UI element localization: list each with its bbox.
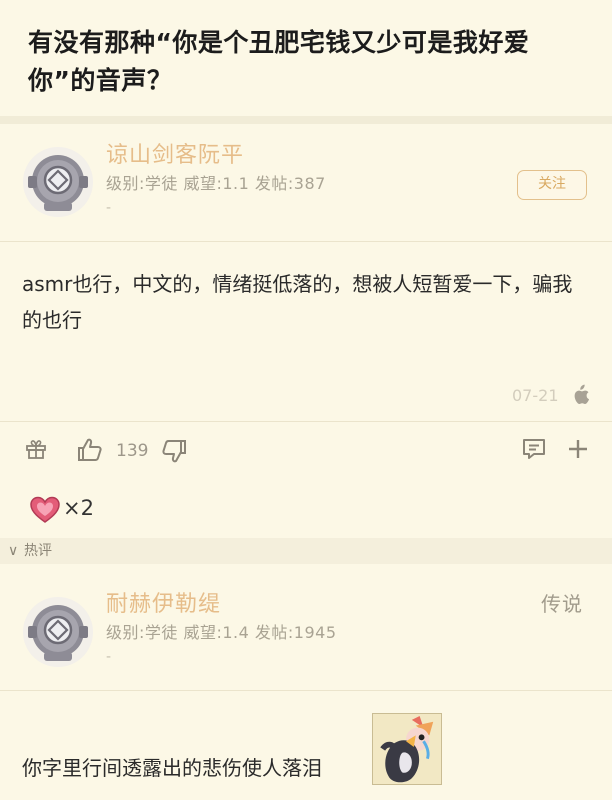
post-title: 有没有那种“你是个丑肥宅钱又少可是我好爱你”的音声？ (28, 28, 530, 95)
comment-icon[interactable] (521, 437, 547, 461)
diving-helmet-avatar-icon[interactable] (22, 596, 94, 668)
thumbs-up-icon[interactable] (76, 436, 104, 464)
comment-content: asmr也行，中文的，情绪挺低落的，想被人短暂爱一下，骗我的也行 (22, 272, 573, 332)
user-meta-extra: - (106, 200, 112, 216)
comment-date: 07-21 (512, 386, 559, 405)
divider (0, 421, 612, 422)
divider (0, 116, 612, 124)
reply-user-meta: 级别:学徒 威望:1.4 发帖:1945 (106, 623, 337, 642)
reply-content: 你字里行间透露出的悲伤使人落泪 (22, 756, 322, 780)
reply-username[interactable]: 耐赫伊勒缇 (106, 586, 221, 618)
rank-badge: 传说 (541, 592, 583, 616)
username[interactable]: 谅山剑客阮平 (106, 137, 244, 169)
chevron-down-icon: ∨ (8, 543, 19, 559)
thumbs-down-icon[interactable] (160, 438, 188, 466)
like-count: 139 (116, 441, 149, 461)
follow-button[interactable]: 关注 (517, 170, 587, 200)
hot-comments-header[interactable]: ∨ 热评 (0, 538, 612, 564)
divider (0, 241, 612, 242)
divider (0, 690, 612, 691)
heart-reaction-icon[interactable] (30, 496, 60, 524)
reaction-count: ×2 (63, 496, 94, 520)
crying-bird-sticker (372, 713, 442, 785)
user-meta: 级别:学徒 威望:1.1 发帖:387 (106, 174, 326, 193)
gift-icon[interactable] (24, 437, 48, 461)
reply-user-meta-extra: - (106, 649, 112, 665)
diving-helmet-avatar-icon[interactable] (22, 146, 94, 218)
hot-comments-label: 热评 (24, 543, 52, 559)
plus-icon[interactable] (566, 437, 590, 461)
apple-icon (574, 384, 589, 405)
